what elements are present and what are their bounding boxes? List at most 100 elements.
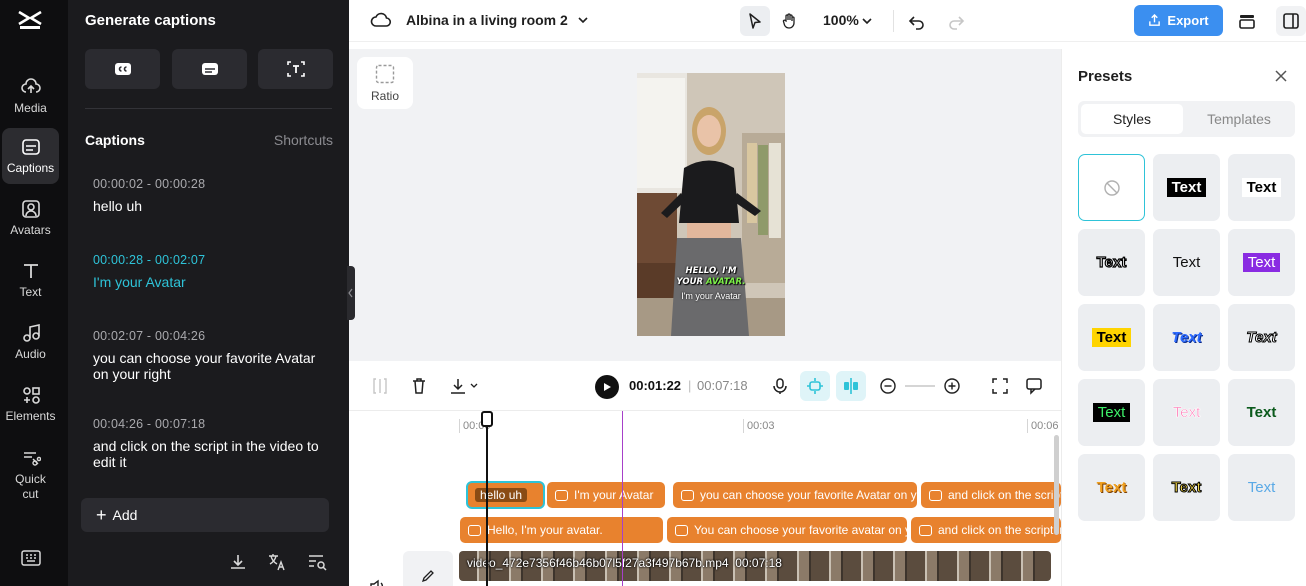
caption-item[interactable]: 00:00:02 - 00:00:28 hello uh (93, 177, 323, 214)
timeline-scrollbar[interactable] (1054, 435, 1059, 535)
caption-text[interactable]: you can choose your favorite Avatar on y… (93, 350, 323, 382)
speaker-icon[interactable] (369, 577, 387, 586)
preset-style[interactable]: Text (1078, 304, 1145, 371)
subtitle-icon (468, 524, 481, 536)
download-icon[interactable] (228, 552, 248, 572)
manual-captions-button[interactable] (172, 49, 247, 89)
timeline[interactable]: 00:00 00:03 00:06 hello uh I'm your Avat… (349, 411, 1061, 586)
video-clip[interactable]: video_472e7356f46b46b07l5f27a3f497b67b.m… (459, 551, 1051, 581)
toggle-sidebar-button[interactable] (1276, 6, 1306, 36)
microphone-icon[interactable] (771, 377, 789, 400)
preset-style[interactable]: Text (1078, 379, 1145, 446)
split-icon[interactable] (371, 377, 389, 400)
caption-item[interactable]: 00:00:28 - 00:02:07 I'm your Avatar (93, 253, 323, 290)
stack-button[interactable] (1232, 6, 1262, 36)
export-button[interactable]: Export (1134, 5, 1223, 36)
caption-clip[interactable]: hello uh (466, 481, 545, 509)
preset-style[interactable]: Text (1153, 229, 1220, 296)
captions-icon (21, 138, 40, 155)
zoom-in-icon[interactable] (943, 377, 961, 400)
translate-icon[interactable] (267, 552, 287, 572)
music-note-icon (22, 323, 40, 342)
scan-captions-button[interactable] (258, 49, 333, 89)
video-preview[interactable]: HELLO, I'M YOUR AVATAR. I'm your Avatar (637, 73, 785, 336)
rail-item-captions[interactable]: Captions (2, 128, 59, 184)
search-replace-icon[interactable] (307, 552, 327, 572)
video-filename: video_472e7356f46b46b07l5f27a3f497b67b.m… (467, 556, 729, 570)
video-subtitle[interactable]: I'm your Avatar (637, 291, 785, 301)
preset-style[interactable]: Text (1078, 229, 1145, 296)
delete-icon[interactable] (410, 377, 428, 400)
hand-tool-button[interactable] (775, 6, 805, 36)
select-tool-button[interactable] (740, 6, 770, 36)
rail-item-avatars[interactable]: Avatars (2, 190, 59, 246)
preset-none[interactable] (1078, 154, 1145, 221)
rail-item-elements[interactable]: Elements (2, 376, 59, 432)
cover-thumbnail[interactable] (403, 551, 453, 586)
timeline-marker (622, 411, 623, 586)
chevron-down-icon[interactable] (577, 13, 589, 31)
zoom-chevron-down-icon[interactable] (861, 14, 873, 32)
text-clip[interactable]: Hello, I'm your avatar. (460, 517, 663, 543)
video-caption-overlay[interactable]: HELLO, I'M YOUR AVATAR. (637, 266, 785, 288)
capcut-logo-icon[interactable] (17, 9, 43, 31)
playhead-handle[interactable] (481, 411, 493, 427)
rail-item-text[interactable]: Text (2, 252, 59, 308)
playhead[interactable] (486, 411, 488, 586)
text-clip[interactable]: and click on the script in the video to … (911, 517, 1061, 543)
undo-icon (908, 16, 924, 30)
preset-style[interactable]: Text (1078, 454, 1145, 521)
preset-style[interactable]: Text (1228, 304, 1295, 371)
preset-style[interactable]: Text (1228, 379, 1295, 446)
comment-icon[interactable] (1025, 377, 1043, 400)
ratio-button[interactable]: Ratio (357, 57, 413, 109)
project-title[interactable]: Albina in a living room 2 (406, 12, 568, 28)
rail-item-quick-cut[interactable]: Quick cut (2, 442, 59, 508)
play-button[interactable] (595, 375, 619, 399)
magnet-snap-button[interactable] (800, 371, 830, 401)
tab-styles[interactable]: Styles (1081, 104, 1183, 134)
caption-clip[interactable]: and click on the script in the video to … (921, 482, 1061, 508)
add-caption-button[interactable]: + Add (81, 498, 329, 532)
add-caption-label: Add (112, 507, 138, 523)
rail-item-label: Quick cut (15, 472, 46, 501)
close-icon[interactable] (1274, 69, 1288, 88)
text-clip[interactable]: You can choose your favorite avatar on y… (667, 517, 907, 543)
caption-text[interactable]: hello uh (93, 198, 323, 214)
caption-item[interactable]: 00:02:07 - 00:04:26 you can choose your … (93, 329, 323, 382)
timeline-toolbar: 00:01:22 | 00:07:18 (349, 361, 1061, 411)
auto-captions-button[interactable] (85, 49, 160, 89)
preset-style[interactable]: Text (1153, 379, 1220, 446)
presets-title: Presets (1078, 68, 1133, 85)
rail-item-label: Text (19, 284, 42, 299)
caption-item[interactable]: 00:04:26 - 00:07:18 and click on the scr… (93, 417, 323, 470)
collapse-panel-handle[interactable] (347, 266, 355, 320)
shortcuts-link[interactable]: Shortcuts (274, 132, 333, 148)
caption-text[interactable]: and click on the script in the video to … (93, 438, 323, 470)
preset-style[interactable]: Text (1228, 454, 1295, 521)
caption-clip[interactable]: you can choose your favorite Avatar on y… (673, 482, 917, 508)
preset-style[interactable]: Text (1153, 154, 1220, 221)
preset-style[interactable]: Text (1228, 229, 1295, 296)
caption-clip[interactable]: I'm your Avatar (547, 482, 665, 508)
link-clips-button[interactable] (836, 371, 866, 401)
preset-style[interactable]: Text (1228, 154, 1295, 221)
undo-button[interactable] (902, 6, 932, 36)
cloud-sync-icon[interactable] (370, 11, 392, 34)
zoom-level[interactable]: 100% (823, 12, 859, 28)
fit-screen-icon[interactable] (991, 377, 1009, 400)
zoom-out-icon[interactable] (879, 377, 897, 400)
rail-item-media[interactable]: Media (2, 68, 59, 124)
zoom-slider[interactable] (905, 385, 935, 387)
preset-style[interactable]: Text (1153, 454, 1220, 521)
rail-item-audio[interactable]: Audio (2, 314, 59, 370)
redo-button[interactable] (941, 6, 971, 36)
tab-templates[interactable]: Templates (1188, 104, 1290, 134)
download-clip-icon[interactable] (449, 377, 481, 400)
text-clip-label: Hello, I'm your avatar. (487, 523, 603, 537)
caption-text[interactable]: I'm your Avatar (93, 274, 323, 290)
keyboard-icon[interactable] (21, 550, 41, 566)
preset-style[interactable]: Text (1153, 304, 1220, 371)
ruler-label: 00:03 (747, 420, 775, 432)
top-bar: Albina in a living room 2 100% Export (349, 0, 1306, 42)
